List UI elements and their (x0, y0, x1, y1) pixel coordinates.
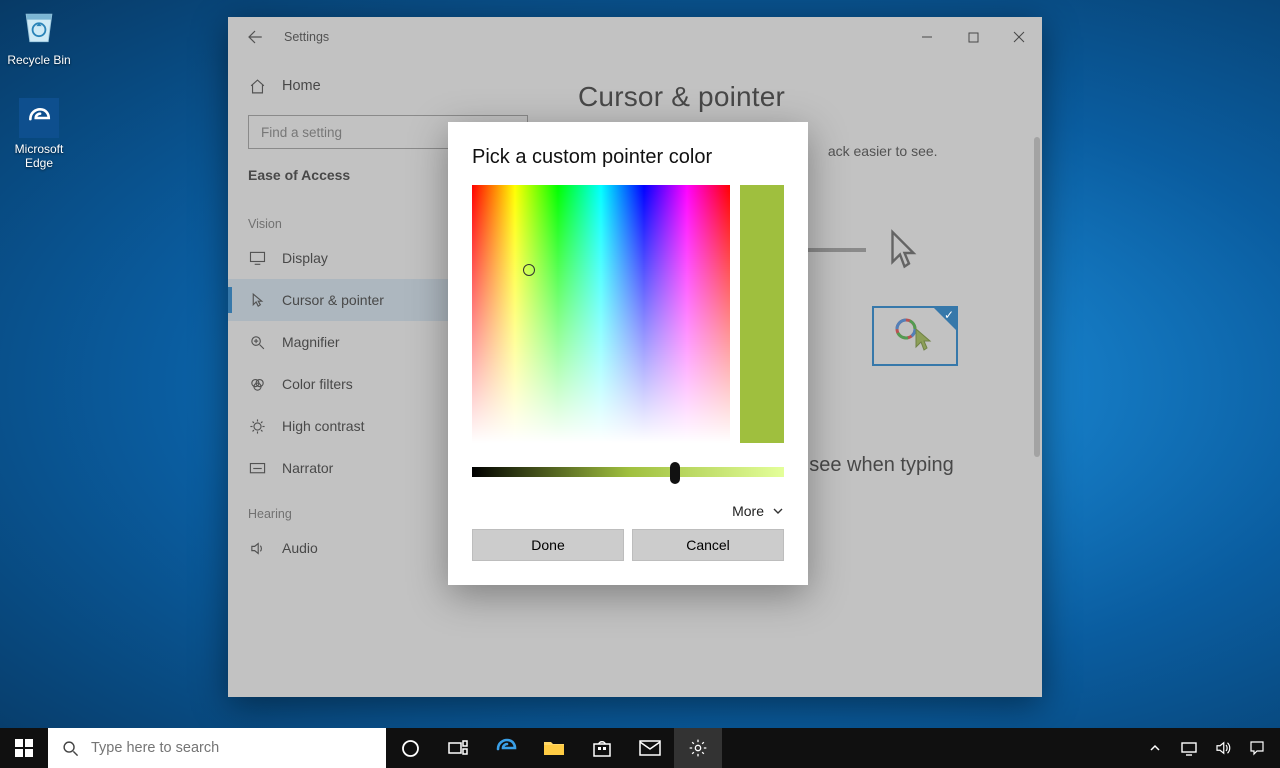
taskbar-search-input[interactable] (91, 740, 372, 756)
color-preview (740, 185, 784, 443)
edge-icon (494, 736, 518, 760)
desktop-icon-label: Recycle Bin (0, 53, 78, 67)
chevron-up-icon (1149, 742, 1161, 754)
chevron-down-icon (772, 505, 784, 517)
gear-icon (688, 738, 708, 758)
action-center-icon (1248, 739, 1266, 757)
taskbar-search[interactable] (48, 728, 386, 768)
desktop-icon-label: Microsoft Edge (0, 142, 78, 170)
edge-icon (19, 98, 59, 138)
mail-icon (639, 740, 661, 756)
windows-icon (15, 739, 33, 757)
desktop-icon-edge[interactable]: Microsoft Edge (0, 98, 78, 170)
tray-network[interactable] (1172, 740, 1206, 756)
volume-icon (1214, 739, 1232, 757)
tray-volume[interactable] (1206, 739, 1240, 757)
task-view-icon (448, 740, 468, 756)
dialog-title: Pick a custom pointer color (472, 146, 784, 169)
taskbar-app-mail[interactable] (626, 728, 674, 768)
system-tray (1138, 728, 1280, 768)
tray-action-center[interactable] (1240, 739, 1274, 757)
taskbar-app-store[interactable] (578, 728, 626, 768)
done-button[interactable]: Done (472, 529, 624, 561)
saturation-value-picker[interactable] (472, 185, 730, 443)
check-icon: ✓ (944, 308, 954, 322)
desktop-icon-recycle-bin[interactable]: Recycle Bin (0, 5, 78, 67)
cortana-button[interactable] (386, 728, 434, 768)
taskbar-app-settings[interactable] (674, 728, 722, 768)
recycle-bin-icon (17, 5, 61, 49)
desktop: Recycle Bin Microsoft Edge Settings Home (0, 0, 1280, 768)
cancel-button[interactable]: Cancel (632, 529, 784, 561)
taskbar-app-explorer[interactable] (530, 728, 578, 768)
start-button[interactable] (0, 728, 48, 768)
luminance-slider[interactable] (472, 467, 784, 477)
luminance-knob[interactable] (670, 462, 680, 484)
sv-selection-ring[interactable] (523, 264, 535, 276)
more-toggle[interactable]: More (472, 503, 784, 519)
cortana-icon (401, 739, 420, 758)
taskbar (0, 728, 1280, 768)
search-icon (62, 740, 79, 757)
network-icon (1180, 740, 1198, 756)
taskbar-app-edge[interactable] (482, 728, 530, 768)
color-picker-dialog: Pick a custom pointer color More Done Ca… (448, 122, 808, 585)
task-view-button[interactable] (434, 728, 482, 768)
tray-overflow[interactable] (1138, 742, 1172, 754)
store-icon (592, 738, 612, 758)
folder-icon (543, 739, 565, 757)
